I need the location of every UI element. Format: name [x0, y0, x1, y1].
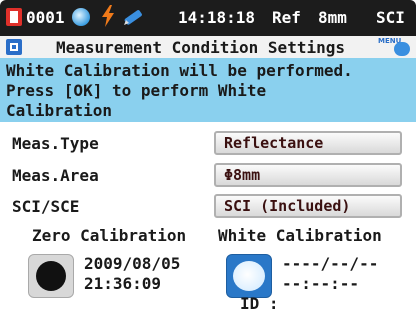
white-calibration-time: --:--:--: [282, 274, 360, 293]
message-area: White Calibration will be performed. Pre…: [0, 58, 416, 122]
pen-icon: [124, 10, 142, 25]
sci-sce-label: SCI/SCE: [12, 197, 80, 216]
white-calibration-id: ID :: [240, 294, 279, 313]
settings-icon: [6, 39, 22, 55]
meas-type-label: Meas.Type: [12, 134, 99, 153]
zero-calibration-date: 2009/08/05: [84, 254, 181, 273]
instrument-screen: 0001 14:18:18 Ref 8mm SCI Measurement Co…: [0, 0, 416, 314]
white-calibration-date: ----/--/--: [282, 254, 379, 273]
white-calibration-button[interactable]: [226, 254, 272, 298]
title-bar: Measurement Condition Settings MENU: [0, 36, 416, 58]
meas-area-select[interactable]: Φ8mm: [214, 163, 402, 187]
white-calibration-label: White Calibration: [218, 226, 382, 245]
menu-button[interactable]: MENU: [378, 36, 412, 58]
clock-time: 14:18:18: [178, 8, 256, 27]
zero-calibration-button[interactable]: [28, 254, 74, 298]
memory-icon: [6, 8, 22, 26]
battery-bolt-icon: [102, 5, 114, 27]
zero-calibration-time: 21:36:09: [84, 274, 162, 293]
status-bar: 0001 14:18:18 Ref 8mm SCI: [0, 0, 416, 36]
sci-mode-indicator: SCI: [376, 8, 405, 27]
zero-calibration-label: Zero Calibration: [32, 226, 187, 245]
sci-sce-select[interactable]: SCI (Included): [214, 194, 402, 218]
menu-icon: [394, 42, 410, 56]
meas-area-indicator: 8mm: [318, 8, 347, 27]
meas-area-label: Meas.Area: [12, 166, 99, 185]
meas-type-indicator: Ref: [272, 8, 301, 27]
screen-title: Measurement Condition Settings: [56, 38, 345, 57]
power-status-icon: [72, 8, 90, 26]
message-text: White Calibration will be performed. Pre…: [6, 61, 353, 120]
data-number: 0001: [26, 8, 65, 27]
meas-type-select[interactable]: Reflectance: [214, 131, 402, 155]
